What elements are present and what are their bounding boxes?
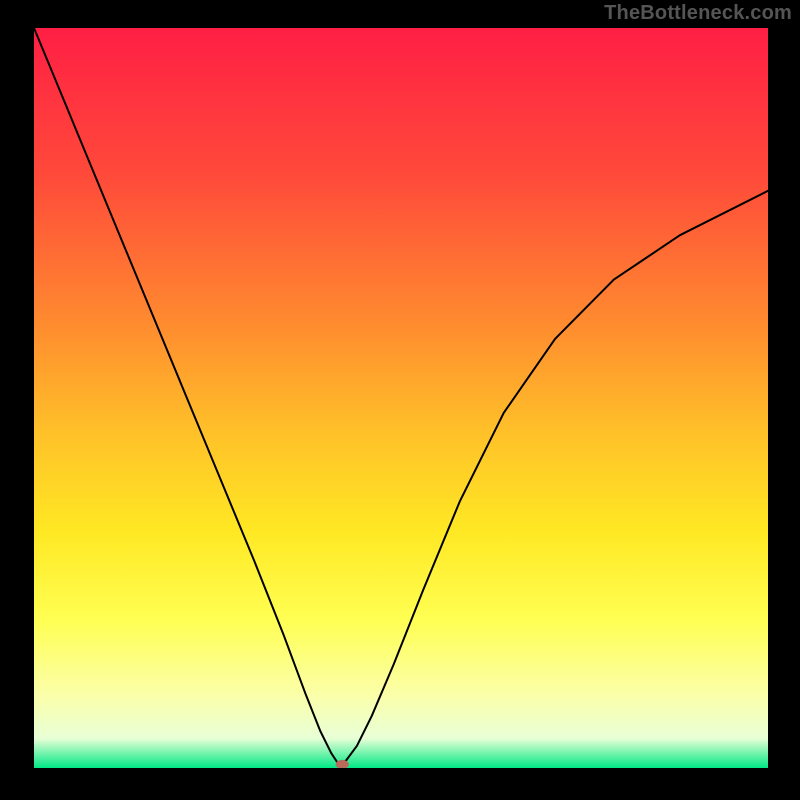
- plot-area: [34, 28, 768, 768]
- gradient-background: [34, 28, 768, 768]
- watermark-text: TheBottleneck.com: [604, 2, 792, 25]
- chart-container: TheBottleneck.com: [0, 0, 800, 800]
- chart-svg: [34, 28, 768, 768]
